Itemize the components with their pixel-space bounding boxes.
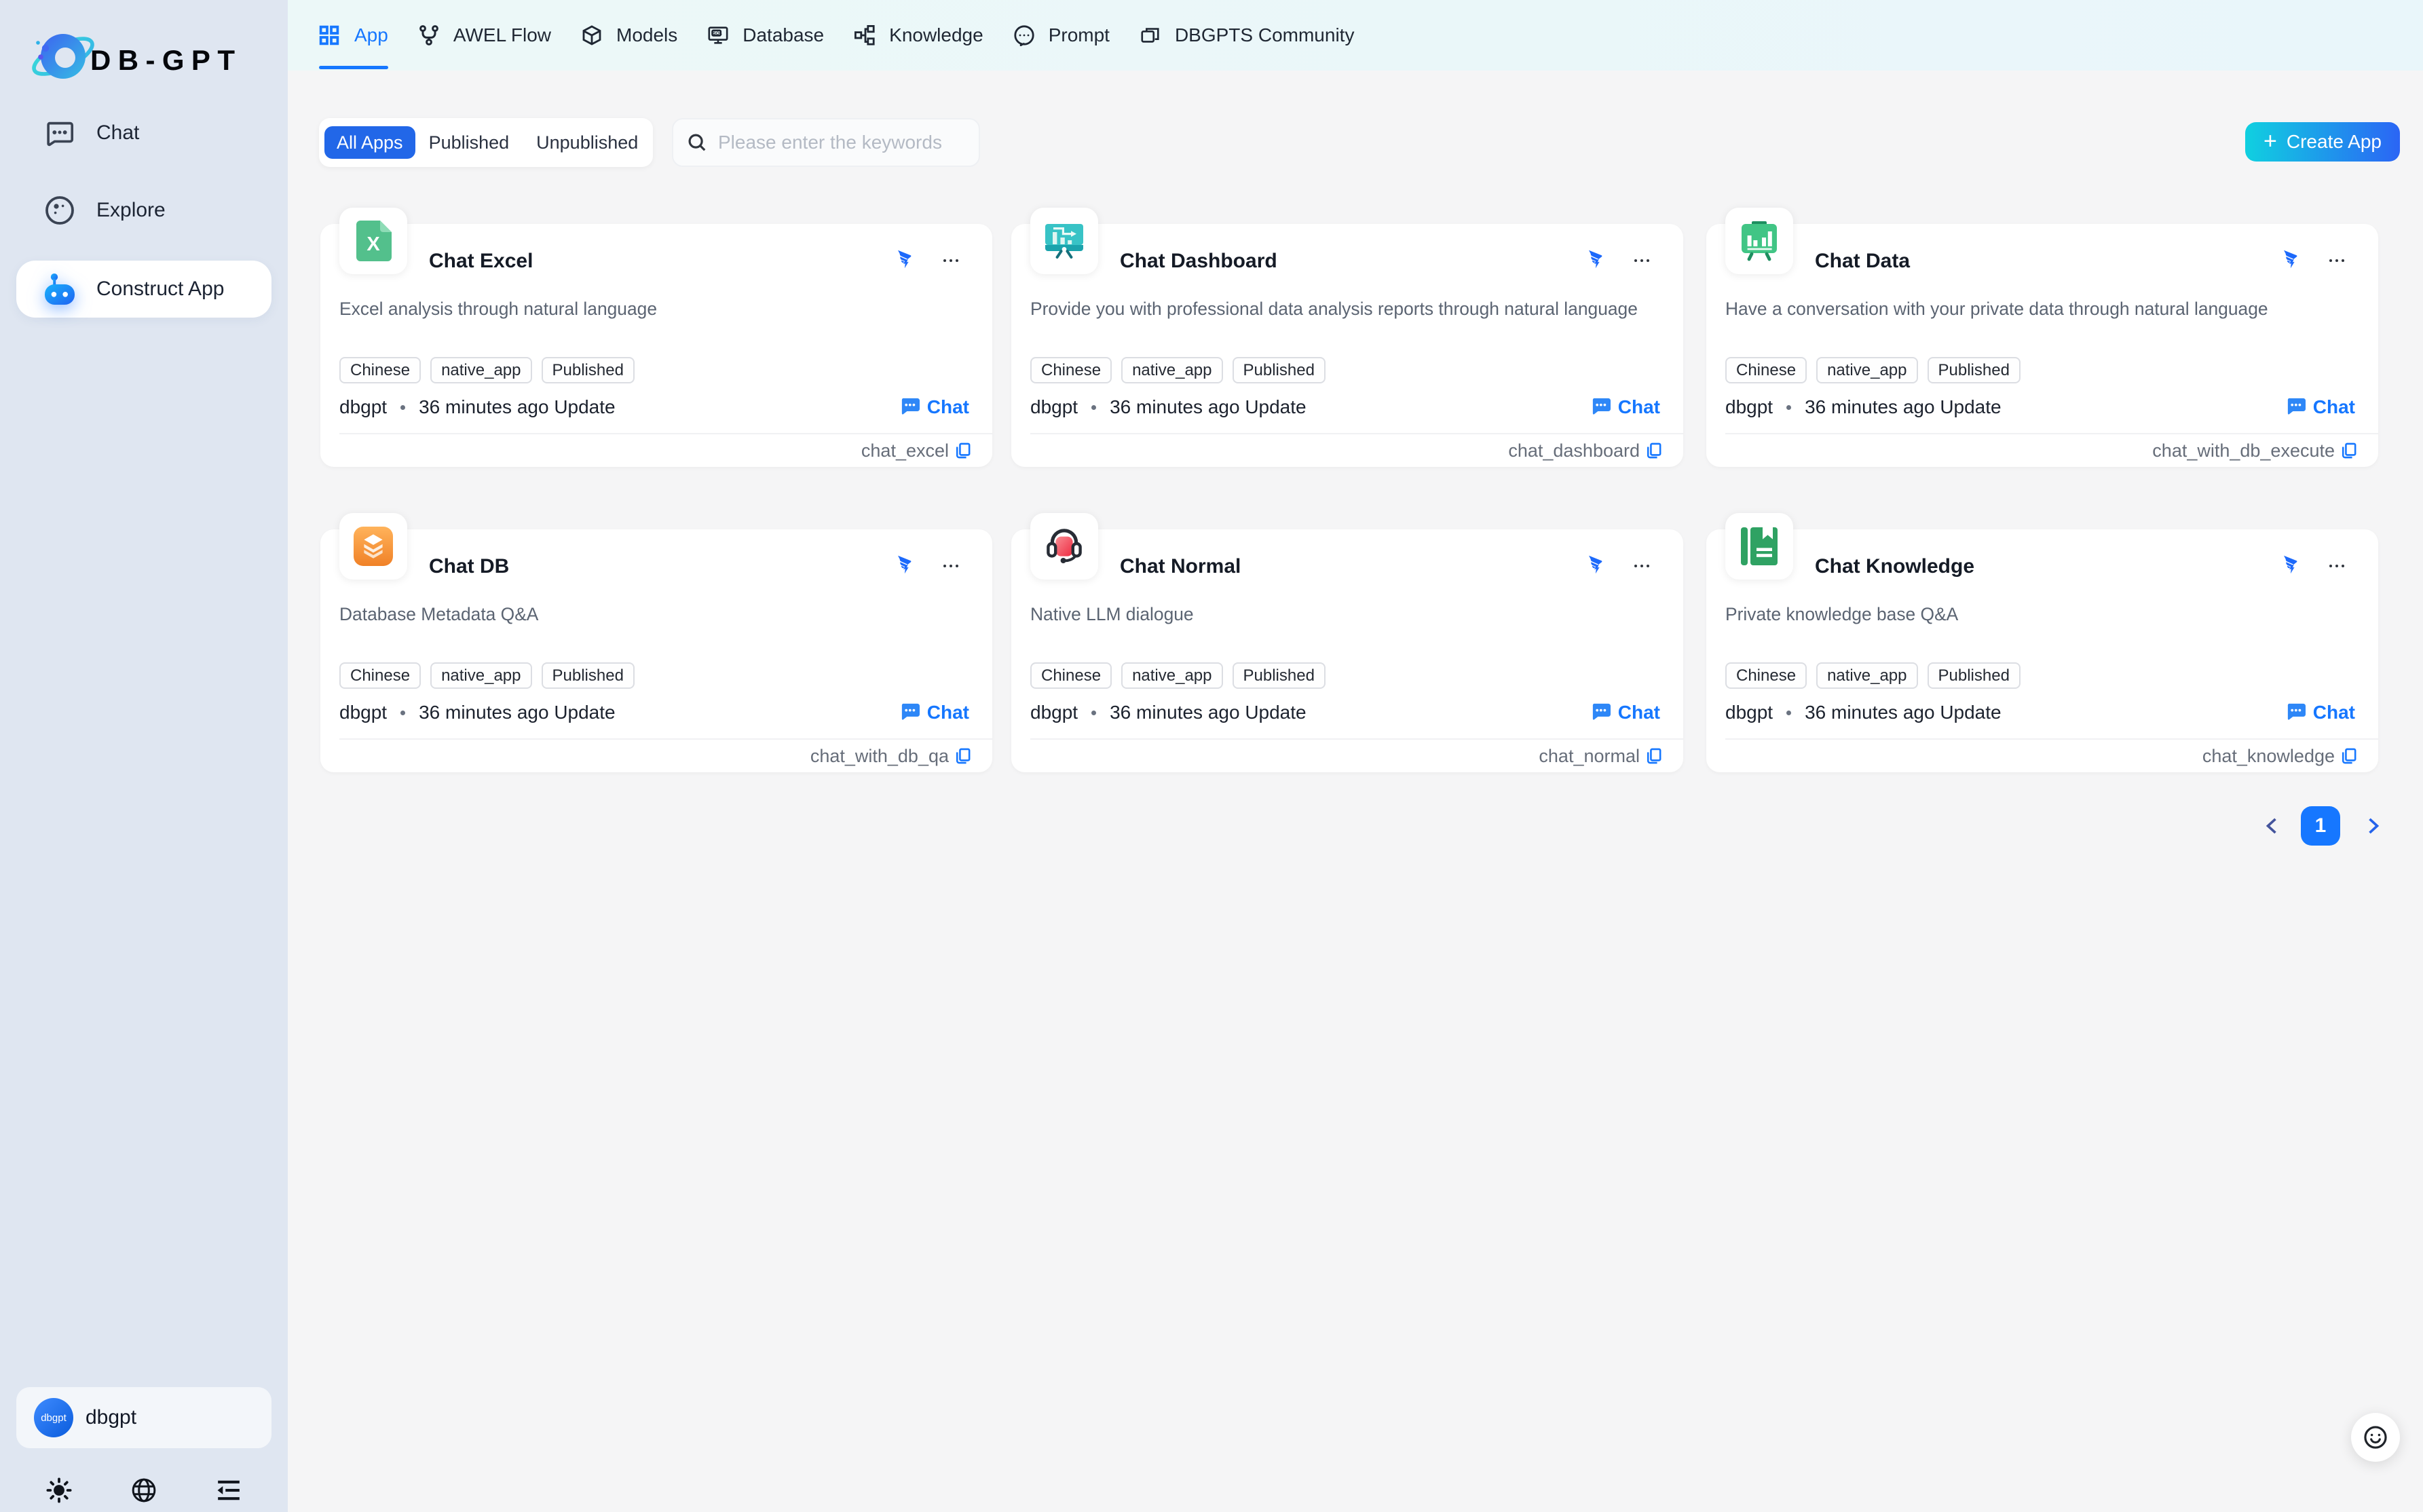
svg-text:X: X [367,233,380,255]
svg-text:SQL: SQL [713,31,722,36]
svg-text:DB-GPT: DB-GPT [90,44,242,76]
